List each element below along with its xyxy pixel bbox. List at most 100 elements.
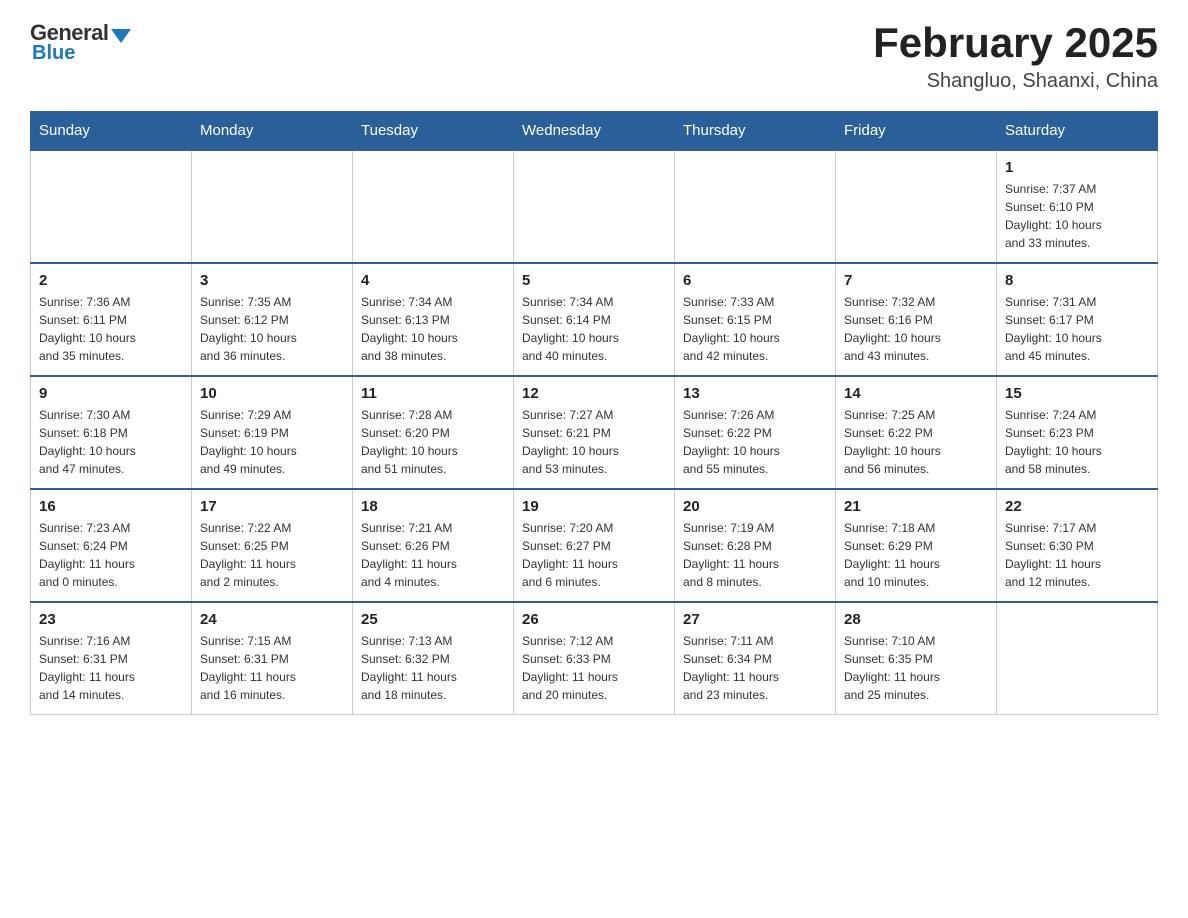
calendar-cell [836,150,997,263]
day-number: 7 [844,272,988,289]
calendar-cell: 1Sunrise: 7:37 AM Sunset: 6:10 PM Daylig… [997,150,1158,263]
day-number: 4 [361,272,505,289]
calendar-cell [514,150,675,263]
calendar-cell [353,150,514,263]
day-number: 5 [522,272,666,289]
day-info: Sunrise: 7:16 AM Sunset: 6:31 PM Dayligh… [39,632,183,704]
logo-arrow-icon [111,29,131,43]
calendar-cell: 22 Sunrise: 7:17 AM Sunset: 6:30 PM Dayli… [997,489,1158,602]
day-info: Sunrise: 7:29 AM Sunset: 6:19 PM Dayligh… [200,406,344,478]
day-info: Sunrise: 7:24 AM Sunset: 6:23 PM Dayligh… [1005,406,1149,478]
day-number: 1 [1005,159,1149,176]
day-info: Sunrise: 7:19 AM Sunset: 6:28 PM Dayligh… [683,519,827,591]
header-tuesday: Tuesday [353,112,514,151]
calendar-cell: 13 Sunrise: 7:26 AM Sunset: 6:22 PM Dayli… [675,376,836,489]
day-info: Sunrise: 7:31 AM Sunset: 6:17 PM Dayligh… [1005,293,1149,365]
page-header: General Blue February 2025 Shangluo, Sha… [30,20,1158,93]
calendar-cell: 7 Sunrise: 7:32 AM Sunset: 6:16 PM Daylig… [836,263,997,376]
day-number: 19 [522,498,666,515]
day-number: 20 [683,498,827,515]
calendar-cell: 8 Sunrise: 7:31 AM Sunset: 6:17 PM Daylig… [997,263,1158,376]
day-info: Sunrise: 7:20 AM Sunset: 6:27 PM Dayligh… [522,519,666,591]
calendar-cell: 24 Sunrise: 7:15 AM Sunset: 6:31 PM Dayli… [192,602,353,715]
day-number: 10 [200,385,344,402]
calendar-cell: 6 Sunrise: 7:33 AM Sunset: 6:15 PM Daylig… [675,263,836,376]
day-number: 23 [39,611,183,628]
calendar-cell: 14 Sunrise: 7:25 AM Sunset: 6:22 PM Dayli… [836,376,997,489]
calendar-cell: 5 Sunrise: 7:34 AM Sunset: 6:14 PM Daylig… [514,263,675,376]
calendar-cell: 20 Sunrise: 7:19 AM Sunset: 6:28 PM Dayli… [675,489,836,602]
day-number: 2 [39,272,183,289]
header-sunday: Sunday [31,112,192,151]
calendar-cell [31,150,192,263]
calendar-cell: 2 Sunrise: 7:36 AM Sunset: 6:11 PM Daylig… [31,263,192,376]
calendar-cell: 17 Sunrise: 7:22 AM Sunset: 6:25 PM Dayli… [192,489,353,602]
month-title: February 2025 [873,20,1158,66]
day-number: 24 [200,611,344,628]
calendar-cell: 21 Sunrise: 7:18 AM Sunset: 6:29 PM Dayli… [836,489,997,602]
day-number: 8 [1005,272,1149,289]
calendar-cell: 9 Sunrise: 7:30 AM Sunset: 6:18 PM Daylig… [31,376,192,489]
day-info: Sunrise: 7:13 AM Sunset: 6:32 PM Dayligh… [361,632,505,704]
day-info: Sunrise: 7:35 AM Sunset: 6:12 PM Dayligh… [200,293,344,365]
day-info: Sunrise: 7:34 AM Sunset: 6:13 PM Dayligh… [361,293,505,365]
day-number: 9 [39,385,183,402]
day-info: Sunrise: 7:18 AM Sunset: 6:29 PM Dayligh… [844,519,988,591]
day-number: 28 [844,611,988,628]
day-info: Sunrise: 7:26 AM Sunset: 6:22 PM Dayligh… [683,406,827,478]
calendar-cell: 18Sunrise: 7:21 AM Sunset: 6:26 PM Dayli… [353,489,514,602]
weekday-header-row: Sunday Monday Tuesday Wednesday Thursday… [31,112,1158,151]
week-row-1: 2 Sunrise: 7:36 AM Sunset: 6:11 PM Daylig… [31,263,1158,376]
day-number: 15 [1005,385,1149,402]
calendar-cell [997,602,1158,715]
calendar-cell: 12Sunrise: 7:27 AM Sunset: 6:21 PM Dayli… [514,376,675,489]
calendar-cell: 26 Sunrise: 7:12 AM Sunset: 6:33 PM Dayli… [514,602,675,715]
day-number: 27 [683,611,827,628]
week-row-0: 1Sunrise: 7:37 AM Sunset: 6:10 PM Daylig… [31,150,1158,263]
day-number: 21 [844,498,988,515]
header-wednesday: Wednesday [514,112,675,151]
day-info: Sunrise: 7:23 AM Sunset: 6:24 PM Dayligh… [39,519,183,591]
calendar-cell [675,150,836,263]
day-info: Sunrise: 7:21 AM Sunset: 6:26 PM Dayligh… [361,519,505,591]
day-info: Sunrise: 7:33 AM Sunset: 6:15 PM Dayligh… [683,293,827,365]
day-info: Sunrise: 7:25 AM Sunset: 6:22 PM Dayligh… [844,406,988,478]
calendar-cell: 4 Sunrise: 7:34 AM Sunset: 6:13 PM Daylig… [353,263,514,376]
calendar-cell: 16 Sunrise: 7:23 AM Sunset: 6:24 PM Dayli… [31,489,192,602]
calendar-table: Sunday Monday Tuesday Wednesday Thursday… [30,111,1158,715]
calendar-cell: 15 Sunrise: 7:24 AM Sunset: 6:23 PM Dayli… [997,376,1158,489]
calendar-cell: 10 Sunrise: 7:29 AM Sunset: 6:19 PM Dayli… [192,376,353,489]
day-number: 26 [522,611,666,628]
day-info: Sunrise: 7:12 AM Sunset: 6:33 PM Dayligh… [522,632,666,704]
calendar-cell: 27 Sunrise: 7:11 AM Sunset: 6:34 PM Dayli… [675,602,836,715]
day-info: Sunrise: 7:32 AM Sunset: 6:16 PM Dayligh… [844,293,988,365]
calendar-cell: 11Sunrise: 7:28 AM Sunset: 6:20 PM Dayli… [353,376,514,489]
day-info: Sunrise: 7:22 AM Sunset: 6:25 PM Dayligh… [200,519,344,591]
day-number: 22 [1005,498,1149,515]
week-row-2: 9 Sunrise: 7:30 AM Sunset: 6:18 PM Daylig… [31,376,1158,489]
day-info: Sunrise: 7:36 AM Sunset: 6:11 PM Dayligh… [39,293,183,365]
day-number: 17 [200,498,344,515]
calendar-cell: 28 Sunrise: 7:10 AM Sunset: 6:35 PM Dayli… [836,602,997,715]
calendar-cell: 3Sunrise: 7:35 AM Sunset: 6:12 PM Daylig… [192,263,353,376]
calendar-cell: 19 Sunrise: 7:20 AM Sunset: 6:27 PM Dayli… [514,489,675,602]
title-block: February 2025 Shangluo, Shaanxi, China [873,20,1158,93]
day-info: Sunrise: 7:27 AM Sunset: 6:21 PM Dayligh… [522,406,666,478]
calendar-cell: 25 Sunrise: 7:13 AM Sunset: 6:32 PM Dayli… [353,602,514,715]
day-number: 13 [683,385,827,402]
day-info: Sunrise: 7:10 AM Sunset: 6:35 PM Dayligh… [844,632,988,704]
day-info: Sunrise: 7:17 AM Sunset: 6:30 PM Dayligh… [1005,519,1149,591]
day-number: 16 [39,498,183,515]
day-info: Sunrise: 7:11 AM Sunset: 6:34 PM Dayligh… [683,632,827,704]
week-row-4: 23 Sunrise: 7:16 AM Sunset: 6:31 PM Dayli… [31,602,1158,715]
day-info: Sunrise: 7:15 AM Sunset: 6:31 PM Dayligh… [200,632,344,704]
day-number: 6 [683,272,827,289]
day-number: 14 [844,385,988,402]
header-friday: Friday [836,112,997,151]
calendar-cell [192,150,353,263]
logo: General Blue [30,20,131,65]
day-info: Sunrise: 7:34 AM Sunset: 6:14 PM Dayligh… [522,293,666,365]
day-info: Sunrise: 7:30 AM Sunset: 6:18 PM Dayligh… [39,406,183,478]
day-number: 11 [361,385,505,402]
day-number: 25 [361,611,505,628]
